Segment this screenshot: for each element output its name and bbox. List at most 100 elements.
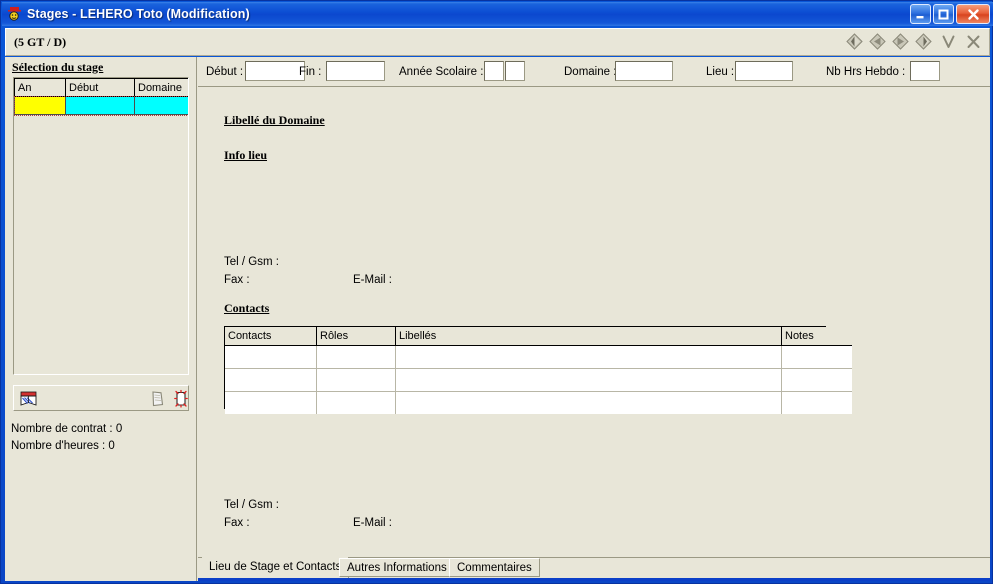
domaine-label: Domaine : xyxy=(564,66,617,78)
minimize-icon xyxy=(916,15,924,18)
stage-cell-debut[interactable] xyxy=(65,96,135,115)
contacts-cell-notes[interactable] xyxy=(781,345,852,369)
app-mascot-icon xyxy=(5,5,23,23)
validate-button[interactable] xyxy=(939,32,958,51)
fax-label: Fax : xyxy=(224,274,250,286)
heading-libelle-domaine: Libellé du Domaine xyxy=(224,113,325,127)
contacts-table[interactable]: Contacts Rôles Libellés Notes xyxy=(224,326,852,414)
diamond-last-icon xyxy=(915,33,932,50)
contacts-cell-roles[interactable] xyxy=(316,345,396,369)
contacts-cell-contacts[interactable] xyxy=(225,391,317,414)
contacts-col-contacts[interactable]: Contacts xyxy=(225,327,317,346)
stage-grid[interactable]: An Début Domaine xyxy=(13,77,189,375)
open-book-icon-button[interactable] xyxy=(19,389,39,414)
diamond-previous-icon xyxy=(869,33,886,50)
diamond-next-icon xyxy=(892,33,909,50)
contacts-cell-libelles[interactable] xyxy=(395,391,782,414)
tel-gsm-label: Tel / Gsm : xyxy=(224,256,279,268)
stage-content-area: Libellé du Domaine Info lieu Tel / Gsm :… xyxy=(198,88,990,552)
stage-grid-header-row: An Début Domaine xyxy=(14,78,188,97)
table-row[interactable] xyxy=(225,391,852,414)
table-row[interactable] xyxy=(225,368,852,392)
cross-x-icon xyxy=(967,35,980,48)
annee-scolaire-input-2[interactable] xyxy=(505,61,525,81)
application-window: Stages - LEHERO Toto (Modification) (5 G… xyxy=(0,0,993,584)
contacts-col-libelles[interactable]: Libellés xyxy=(395,327,782,346)
domaine-input[interactable] xyxy=(615,61,673,81)
stage-grid-table: An Début Domaine xyxy=(14,78,188,116)
contacts-table-inner: Contacts Rôles Libellés Notes xyxy=(225,327,852,414)
next-record-button[interactable] xyxy=(891,32,910,51)
title-bar: Stages - LEHERO Toto (Modification) xyxy=(2,2,993,26)
contacts-cell-libelles[interactable] xyxy=(395,345,782,369)
cancel-button[interactable] xyxy=(964,32,983,51)
check-v-icon xyxy=(942,35,955,48)
last-record-button[interactable] xyxy=(914,32,933,51)
open-book-icon xyxy=(20,391,37,406)
stage-cell-domaine[interactable] xyxy=(134,96,188,115)
stage-col-an[interactable]: An xyxy=(14,78,66,97)
window-title-app: Stages xyxy=(27,7,69,21)
stage-selection-pane: Sélection du stage An Début Domaine Nomb… xyxy=(5,57,197,581)
debut-input[interactable] xyxy=(245,61,305,81)
selection-title: Sélection du stage xyxy=(12,60,104,74)
bottom-email-label: E-Mail : xyxy=(353,517,392,529)
count-heures-label: Nombre d'heures : 0 xyxy=(11,440,115,452)
contacts-cell-libelles[interactable] xyxy=(395,368,782,392)
annee-scolaire-input-1[interactable] xyxy=(484,61,504,81)
stage-cell-an[interactable] xyxy=(14,96,66,115)
first-record-button[interactable] xyxy=(845,32,864,51)
lieu-label: Lieu : xyxy=(706,66,735,78)
count-contrat-label: Nombre de contrat : 0 xyxy=(11,423,123,435)
fin-input[interactable] xyxy=(326,61,385,81)
diamond-first-icon xyxy=(846,33,863,50)
tab-autres-informations[interactable]: Autres Informations xyxy=(339,558,455,577)
contacts-col-notes[interactable]: Notes xyxy=(781,327,852,346)
stage-col-debut[interactable]: Début xyxy=(65,78,135,97)
email-label: E-Mail : xyxy=(353,274,392,286)
contacts-header-row: Contacts Rôles Libellés Notes xyxy=(225,327,852,346)
stage-toolbar xyxy=(13,385,189,411)
tab-lieu-de-stage-et-contacts[interactable]: Lieu de Stage et Contacts xyxy=(202,557,350,578)
contacts-cell-notes[interactable] xyxy=(781,391,852,414)
table-row[interactable] xyxy=(225,345,852,369)
close-button[interactable] xyxy=(956,4,990,24)
table-row[interactable] xyxy=(14,95,188,116)
heading-contacts: Contacts xyxy=(224,301,270,315)
maximize-icon xyxy=(938,9,949,19)
delete-page-icon-button[interactable] xyxy=(148,389,168,414)
stage-form-strip: Début : Fin : Année Scolaire : Domaine :… xyxy=(198,57,990,87)
contacts-col-roles[interactable]: Rôles xyxy=(316,327,396,346)
record-code-label: (5 GT / D) xyxy=(14,35,67,49)
heading-info-lieu: Info lieu xyxy=(224,148,268,162)
fin-label: Fin : xyxy=(299,66,322,78)
nb-hrs-hebdo-input[interactable] xyxy=(910,61,940,81)
window-body: Sélection du stage An Début Domaine Nomb… xyxy=(5,57,990,581)
minimize-button[interactable] xyxy=(910,4,931,24)
nb-hrs-hebdo-label: Nb Hrs Hebdo : xyxy=(826,66,906,78)
window-title: Stages - LEHERO Toto (Modification) xyxy=(27,7,250,21)
tab-strip: Lieu de Stage et Contacts Autres Informa… xyxy=(198,553,990,581)
record-navigation-toolbar xyxy=(845,32,983,51)
delete-page-icon xyxy=(152,391,164,407)
tab-active-underline xyxy=(198,578,990,581)
annee-scolaire-label: Année Scolaire : xyxy=(399,66,484,78)
new-page-icon xyxy=(174,389,188,408)
lieu-input[interactable] xyxy=(735,61,793,81)
contacts-cell-contacts[interactable] xyxy=(225,368,317,392)
debut-label: Début : xyxy=(206,66,244,78)
contacts-cell-roles[interactable] xyxy=(316,391,396,414)
window-title-detail: - LEHERO Toto (Modification) xyxy=(68,7,250,21)
stage-detail-pane: Début : Fin : Année Scolaire : Domaine :… xyxy=(198,57,990,581)
contacts-cell-contacts[interactable] xyxy=(225,345,317,369)
contacts-cell-notes[interactable] xyxy=(781,368,852,392)
bottom-fax-label: Fax : xyxy=(224,517,250,529)
stage-col-domaine[interactable]: Domaine xyxy=(134,78,188,97)
tab-commentaires[interactable]: Commentaires xyxy=(449,558,540,577)
caption-button-group xyxy=(910,4,990,24)
record-header-bar: (5 GT / D) xyxy=(5,28,990,56)
new-page-icon-button[interactable] xyxy=(172,389,192,414)
contacts-cell-roles[interactable] xyxy=(316,368,396,392)
previous-record-button[interactable] xyxy=(868,32,887,51)
maximize-button[interactable] xyxy=(933,4,954,24)
